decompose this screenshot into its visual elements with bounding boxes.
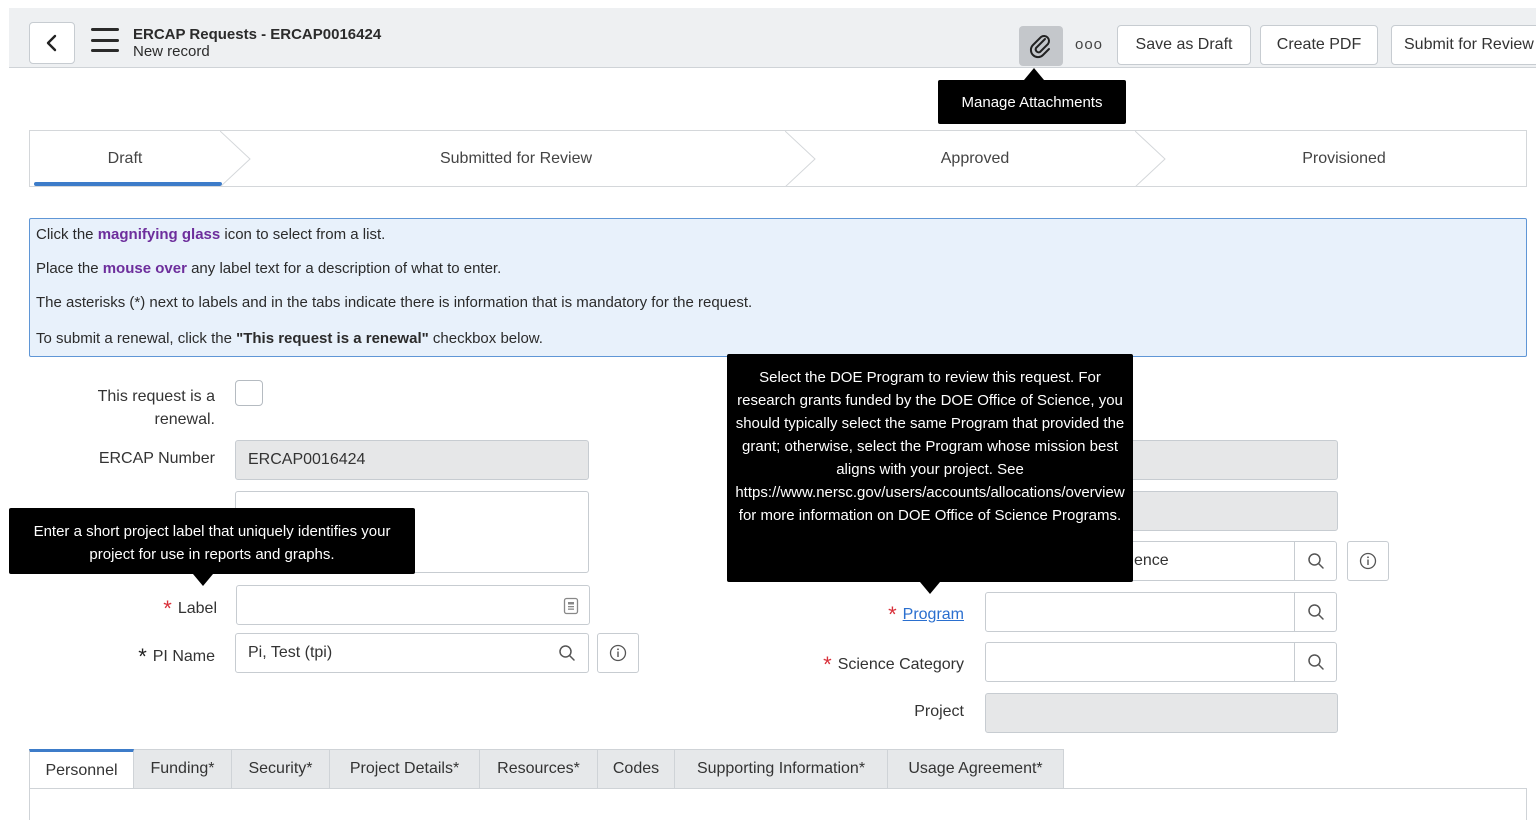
science-category-search-button[interactable] [1294, 642, 1336, 682]
form-icon [563, 597, 579, 615]
tab-security[interactable]: Security* [232, 749, 330, 789]
more-options-button[interactable]: ooo [1075, 36, 1103, 53]
step-approved: Approved [940, 149, 1010, 167]
tab-supporting-information[interactable]: Supporting Information* [675, 749, 888, 789]
attachments-button[interactable] [1019, 26, 1063, 66]
info-icon [1359, 552, 1377, 570]
save-as-draft-button[interactable]: Save as Draft [1117, 25, 1251, 65]
tab-funding[interactable]: Funding* [134, 749, 232, 789]
pi-name-info-button[interactable] [597, 633, 639, 673]
create-pdf-button[interactable]: Create PDF [1260, 25, 1378, 65]
search-icon [1307, 604, 1324, 620]
step-draft: Draft [107, 149, 143, 167]
pi-name-search-button[interactable] [546, 633, 588, 673]
page-subtitle: New record [133, 43, 210, 60]
search-icon [1307, 654, 1324, 670]
search-icon [1307, 553, 1324, 569]
info-message-box: Click the magnifying glass icon to selec… [29, 218, 1527, 357]
science-category-label: * Science Category [823, 652, 964, 677]
info-icon [609, 644, 627, 662]
program-label[interactable]: * Program [800, 602, 964, 628]
tab-panel [29, 788, 1527, 820]
active-step-indicator [34, 182, 222, 186]
program-field[interactable] [985, 592, 1337, 632]
ercap-number-label: ERCAP Number [98, 450, 215, 467]
renewal-checkbox[interactable] [235, 380, 263, 406]
pi-name-label: * PI Name [138, 644, 215, 669]
step-separator-icon [220, 131, 251, 187]
program-tooltip: Select the DOE Program to review this re… [727, 354, 1133, 594]
chevron-left-icon [46, 34, 57, 52]
project-label: Project [914, 703, 964, 720]
tab-codes[interactable]: Codes [598, 749, 675, 789]
info-line: The asterisks (*) next to labels and in … [36, 294, 753, 311]
ercap-number-field: ERCAP0016424 [235, 440, 589, 480]
label-field[interactable] [236, 585, 590, 625]
paperclip-icon [1029, 35, 1050, 59]
renewal-label: This request is a renewal. [97, 388, 215, 428]
submit-for-review-button[interactable]: Submit for Review [1391, 25, 1536, 65]
form-header: ERCAP Requests - ERCAP0016424 New record… [9, 8, 1536, 68]
record-title: ERCAP Requests - ERCAP0016424 New record [133, 26, 381, 60]
section-tabs: Personnel Funding* Security* Project Det… [29, 749, 1064, 789]
tab-usage-agreement[interactable]: Usage Agreement* [888, 749, 1064, 789]
science-category-field[interactable] [985, 642, 1337, 682]
label-label: * Label [163, 596, 217, 621]
step-submitted-for-review: Submitted for Review [439, 149, 593, 167]
attachments-tooltip: Manage Attachments [938, 68, 1126, 124]
program-search-button[interactable] [1294, 592, 1336, 632]
tab-project-details[interactable]: Project Details* [330, 749, 480, 789]
page-title: ERCAP Requests - ERCAP0016424 [133, 26, 382, 43]
progress-steps: Draft Submitted for Review Approved Prov… [29, 130, 1527, 187]
step-provisioned: Provisioned [1302, 149, 1386, 167]
office-search-button[interactable] [1294, 541, 1336, 581]
tab-resources[interactable]: Resources* [480, 749, 598, 789]
info-line: To submit a renewal, click the "This req… [36, 330, 543, 347]
office-info-button[interactable] [1347, 541, 1389, 581]
back-button[interactable] [29, 22, 75, 64]
menu-icon[interactable] [91, 28, 119, 52]
info-line: Click the magnifying glass icon to selec… [36, 226, 386, 243]
project-field [985, 693, 1338, 733]
pi-name-field[interactable]: Pi, Test (tpi) [235, 633, 589, 673]
info-line: Place the mouse over any label text for … [36, 260, 502, 277]
tab-personnel[interactable]: Personnel [29, 749, 134, 789]
search-icon [559, 645, 575, 661]
label-tooltip: Enter a short project label that uniquel… [9, 508, 415, 586]
